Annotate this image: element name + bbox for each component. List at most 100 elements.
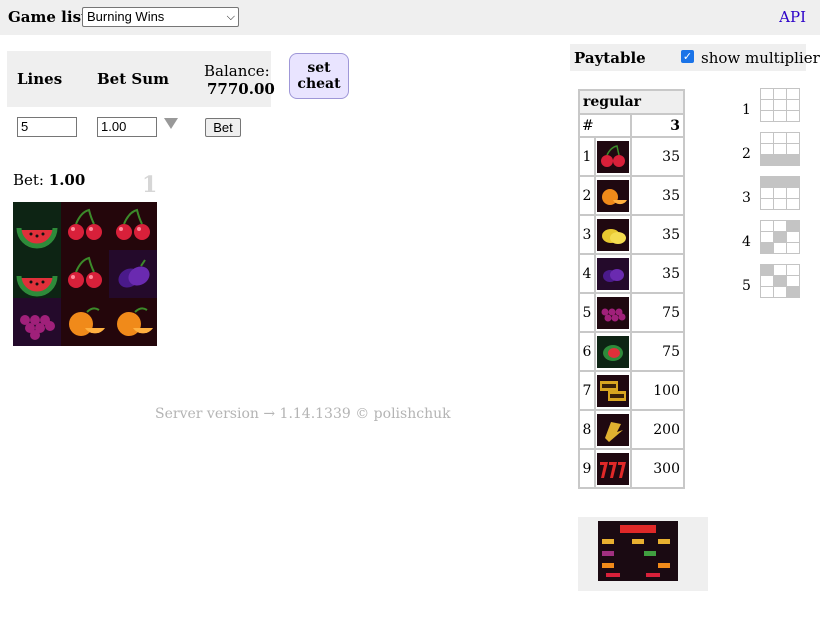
show-multiplier-checkbox[interactable]: ✓	[681, 50, 694, 63]
payline-cell	[787, 133, 799, 143]
row-index: 2	[579, 176, 595, 215]
cheat-label-line1: set	[307, 60, 331, 76]
table-row: 5 75	[579, 293, 684, 332]
plum-icon	[109, 250, 157, 298]
payline-cell	[774, 133, 786, 143]
api-link[interactable]: API	[779, 8, 806, 26]
table-row: 8 200	[579, 410, 684, 449]
payout-value: 75	[631, 293, 684, 332]
payline-cell	[787, 232, 799, 242]
payline-cell	[787, 199, 799, 209]
table-row: 1 35	[579, 137, 684, 176]
payline-cell	[774, 287, 786, 297]
payout-value: 35	[631, 215, 684, 254]
bet-sum-dropdown-icon[interactable]	[164, 118, 178, 129]
payline-grid	[760, 88, 800, 122]
payline-grid	[760, 132, 800, 166]
payline-grid	[760, 220, 800, 254]
game-select-value: Burning Wins	[87, 9, 165, 24]
payline-cell	[761, 89, 773, 99]
cherry-icon	[61, 250, 109, 298]
bet-button[interactable]: Bet	[205, 118, 241, 137]
payline-cell	[761, 188, 773, 198]
payline-cell	[761, 155, 773, 165]
bet-sum-label: Bet Sum	[97, 70, 169, 88]
watermelon-icon	[13, 202, 61, 250]
watermelon-icon	[597, 335, 629, 368]
payline-cell	[787, 111, 799, 121]
payline-1: 1	[740, 88, 800, 128]
watermelon-icon	[13, 250, 61, 298]
payline-cell	[787, 155, 799, 165]
server-version: Server version → 1.14.1339 © polishchuk	[155, 406, 451, 422]
game-list-label: Game list:	[8, 8, 94, 26]
paytable: regular # 3 1 35 2 35 3 35 4 35 5 75 6 7…	[578, 89, 685, 489]
payline-cell	[774, 177, 786, 187]
payline-cell	[761, 265, 773, 275]
table-row: 7 100	[579, 371, 684, 410]
payline-cell	[761, 177, 773, 187]
bell-icon	[597, 413, 629, 446]
payline-2: 2	[740, 132, 800, 172]
grapes-icon	[597, 296, 629, 329]
game-preview-image	[598, 521, 678, 581]
payline-cell	[787, 243, 799, 253]
chevron-down-icon: ⌵	[226, 11, 235, 23]
reels-grid	[13, 202, 157, 346]
payline-cell	[787, 100, 799, 110]
payline-cell	[787, 188, 799, 198]
paytable-section: regular	[579, 90, 684, 114]
row-index: 3	[579, 215, 595, 254]
payline-number: 2	[742, 146, 751, 162]
payline-cell	[787, 221, 799, 231]
cherry-icon	[109, 202, 157, 250]
payline-cell	[761, 100, 773, 110]
row-index: 5	[579, 293, 595, 332]
payline-number: 4	[742, 234, 751, 250]
payline-grid	[760, 176, 800, 210]
paytable-count-header: 3	[631, 114, 684, 137]
payline-4: 4	[740, 220, 800, 260]
payline-cell	[774, 100, 786, 110]
payout-value: 35	[631, 254, 684, 293]
balance-label: Balance:	[204, 62, 270, 80]
payline-cell	[761, 133, 773, 143]
payout-value: 75	[631, 332, 684, 371]
payline-cell	[761, 243, 773, 253]
bet-sum-input[interactable]: 1.00	[97, 117, 157, 137]
payout-value: 200	[631, 410, 684, 449]
payline-cell	[761, 232, 773, 242]
payline-cell	[761, 287, 773, 297]
lemon-icon	[597, 218, 629, 251]
table-row: 3 35	[579, 215, 684, 254]
orange-icon	[597, 179, 629, 212]
lines-label: Lines	[17, 70, 63, 88]
row-index: 9	[579, 449, 595, 488]
table-row: 9 300	[579, 449, 684, 488]
payout-value: 100	[631, 371, 684, 410]
show-multiplier-label: show multiplier	[701, 49, 820, 67]
payline-cell	[761, 111, 773, 121]
payline-cell	[774, 221, 786, 231]
table-row: 6 75	[579, 332, 684, 371]
game-select[interactable]: Burning Wins ⌵	[82, 7, 239, 27]
payline-number: 5	[742, 278, 751, 294]
bet-result-line: Bet: 1.00	[13, 171, 85, 189]
lines-input[interactable]: 5	[17, 117, 77, 137]
payline-cell	[761, 276, 773, 286]
payline-cell	[774, 243, 786, 253]
payline-cell	[787, 89, 799, 99]
row-index: 6	[579, 332, 595, 371]
payline-cell	[774, 188, 786, 198]
payline-cell	[761, 199, 773, 209]
grapes-icon	[13, 298, 61, 346]
seven-icon	[597, 452, 629, 485]
bar-icon	[597, 374, 629, 407]
payline-cell	[774, 144, 786, 154]
table-row: 2 35	[579, 176, 684, 215]
payline-cell	[774, 155, 786, 165]
cheat-label-line2: cheat	[297, 76, 341, 92]
set-cheat-button[interactable]: set cheat	[289, 53, 349, 99]
payline-5: 5	[740, 264, 800, 304]
orange-icon	[109, 298, 157, 346]
